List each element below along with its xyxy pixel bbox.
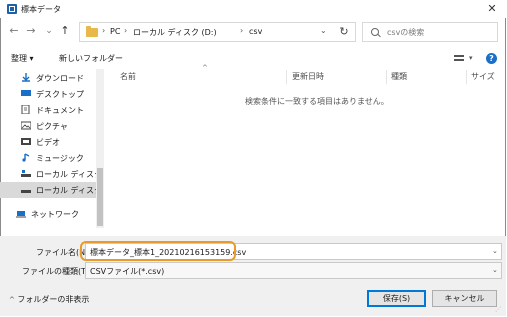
sidebar-item-label: ダウンロード [36,74,84,83]
sidebar-item-label: ドキュメント [36,106,84,115]
navigation-pane: ダウンロード デスクトップ ドキュメント ピクチャ ビデオ ミュージック ローカ… [0,69,104,227]
sidebar-item-music[interactable]: ミュージック [0,150,96,166]
column-divider[interactable] [286,70,287,84]
column-header-date-modified[interactable]: 更新日時 [292,71,324,82]
view-options-icon[interactable] [454,54,464,62]
filetype-label: ファイルの種類(T): [22,267,92,276]
breadcrumb-separator: › [124,26,128,35]
picture-icon [21,121,31,130]
sidebar-scrollbar-thumb[interactable] [97,168,103,226]
filetype-dropdown-icon[interactable]: ⌄ [492,266,498,274]
search-input[interactable]: csvの検索 [387,27,424,38]
sidebar-item-label: ピクチャ [36,122,68,131]
breadcrumb-csv[interactable]: csv [249,27,262,36]
download-icon [22,73,30,82]
sidebar-item-downloads[interactable]: ダウンロード [0,70,96,86]
close-button[interactable]: ✕ [480,1,504,17]
view-dropdown-icon[interactable]: ▾ [469,54,473,62]
drive-icon [21,170,31,177]
window-title: 標本データ [21,5,61,14]
desktop-icon [21,90,31,96]
sidebar-item-label: ネットワーク [31,210,79,219]
search-icon [371,28,379,36]
sidebar-item-network[interactable]: ネットワーク [0,206,91,222]
sidebar-item-local-disk-c[interactable]: ローカル ディスク (C [0,166,104,182]
drive-icon [21,190,31,193]
music-icon [22,153,30,162]
filename-highlight [80,241,236,261]
resize-grip-icon[interactable]: ⋰ [495,306,503,314]
recent-locations-button[interactable]: ⌄ [42,23,56,39]
refresh-button[interactable]: ↻ [334,22,354,42]
filetype-select[interactable]: CSVファイル(*.csv) ⌄ [85,262,502,279]
filetype-value: CSVファイル(*.csv) [90,267,165,276]
document-icon [21,105,30,114]
sidebar-item-documents[interactable]: ドキュメント [0,102,96,118]
forward-button[interactable]: → [24,23,38,39]
breadcrumb-drive-d[interactable]: ローカル ディスク (D:) [133,27,217,38]
network-icon [16,211,26,218]
help-button[interactable]: ? [486,53,497,64]
column-divider[interactable] [466,70,467,84]
breadcrumb-separator: › [240,26,244,35]
sidebar-item-label: ビデオ [36,138,60,147]
video-icon [21,138,31,145]
column-header-size[interactable]: サイズ [471,71,495,82]
column-divider[interactable] [386,70,387,84]
sort-ascending-icon: ^ [202,64,208,72]
sidebar-item-label: ローカル ディスク (D [36,186,104,195]
breadcrumb-separator: › [102,26,106,35]
address-dropdown-icon[interactable]: ⌄ [320,26,327,35]
hide-folders-label: フォルダーの非表示 [17,295,90,304]
sidebar-item-videos[interactable]: ビデオ [0,134,96,150]
command-toolbar: 整理 ▾ 新しいフォルダー ▾ [0,49,506,69]
save-button[interactable]: 保存(S) [367,290,426,307]
empty-folder-message: 検索条件に一致する項目はありません。 [245,97,389,106]
up-button[interactable]: ↑ [58,23,72,39]
back-button[interactable]: ← [7,23,21,39]
organize-button[interactable]: 整理 ▾ [11,53,34,64]
filename-history-dropdown-icon[interactable]: ⌄ [492,247,498,255]
folder-icon [86,26,98,37]
hide-folders-button[interactable]: ^ フォルダーの非表示 [9,294,89,305]
new-folder-button[interactable]: 新しいフォルダー [59,53,123,64]
sidebar-item-local-disk-d[interactable]: ローカル ディスク (D [0,182,104,198]
search-box[interactable]: csvの検索 [362,22,498,42]
column-header-name[interactable]: 名前 [120,71,136,82]
chevron-up-icon: ^ [9,296,15,304]
sidebar-item-desktop[interactable]: デスクトップ [0,86,96,102]
cancel-button[interactable]: キャンセル [432,290,497,307]
address-bar[interactable]: › PC › ローカル ディスク (D:) › csv ⌄ [79,22,356,42]
sidebar-item-label: ミュージック [36,154,84,163]
sidebar-item-label: ローカル ディスク (C [36,170,104,179]
title-bar: 標本データ ✕ [0,0,507,18]
breadcrumb-pc[interactable]: PC [110,27,120,36]
sidebar-item-label: デスクトップ [36,90,84,99]
sidebar-item-pictures[interactable]: ピクチャ [0,118,96,134]
column-header-type[interactable]: 種類 [391,71,407,82]
app-icon [7,4,17,14]
